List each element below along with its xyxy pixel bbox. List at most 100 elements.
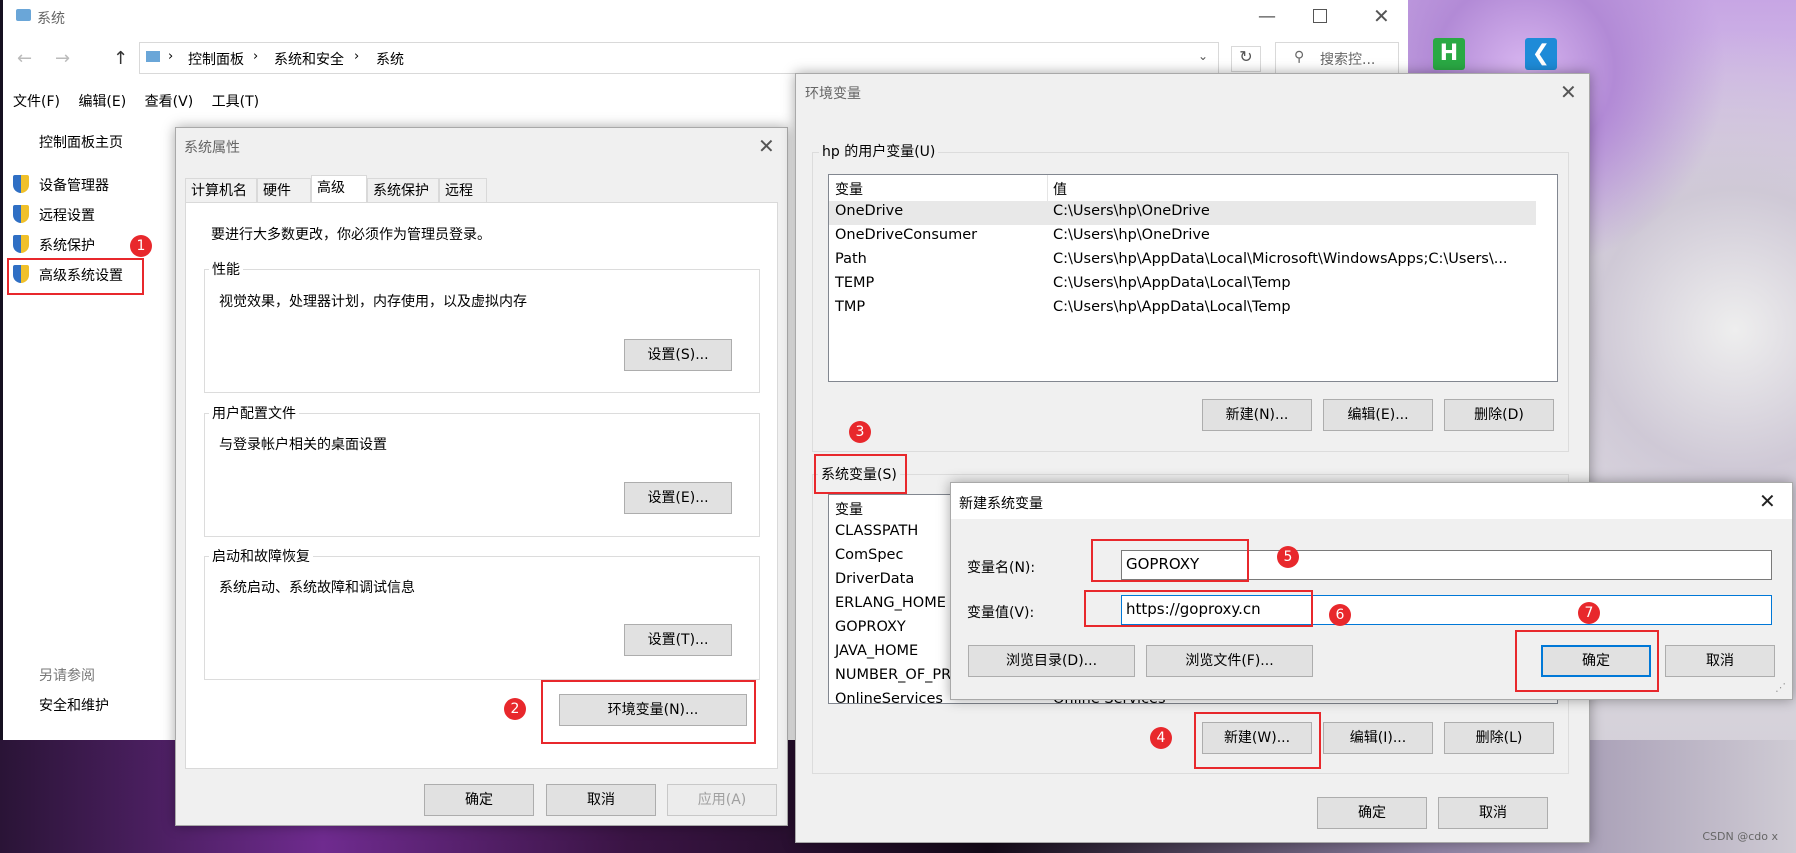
resize-grip-icon[interactable]: ⋰ <box>1775 681 1786 694</box>
search-icon: ⚲ <box>1294 49 1305 65</box>
table-row-name[interactable]: Path <box>835 251 867 267</box>
user-variables-label: hp 的用户变量(U) <box>819 141 939 161</box>
shield-icon <box>13 175 29 193</box>
annotation-badge-7: 7 <box>1578 602 1600 624</box>
ok-button[interactable]: 确定 <box>424 784 534 816</box>
see-also-heading: 另请参阅 <box>39 668 95 684</box>
chevron-down-icon[interactable]: ⌄ <box>1198 49 1208 63</box>
breadcrumb-item[interactable]: 系统和安全 <box>274 49 344 69</box>
table-row-value[interactable]: C:\Users\hp\OneDrive <box>1053 203 1210 219</box>
back-arrow-icon[interactable]: ← <box>17 48 32 69</box>
table-row-name[interactable]: ERLANG_HOME <box>835 595 946 611</box>
close-button[interactable]: ✕ <box>1759 491 1776 511</box>
table-row-value[interactable]: C:\Users\hp\AppData\Local\Microsoft\Wind… <box>1053 251 1508 267</box>
performance-group <box>204 269 760 393</box>
table-row-value[interactable]: C:\Users\hp\AppData\Local\Temp <box>1053 299 1291 315</box>
table-row-name[interactable]: CLASSPATH <box>835 523 918 539</box>
table-row-value[interactable]: C:\Users\hp\OneDrive <box>1053 227 1210 243</box>
user-new-button[interactable]: 新建(N)... <box>1202 399 1312 431</box>
annotation-box-4 <box>1194 712 1321 769</box>
annotation-box-1 <box>7 258 144 295</box>
table-row-name[interactable]: OneDrive <box>835 203 903 219</box>
table-row-name[interactable]: GOPROXY <box>835 619 906 635</box>
performance-desc: 视觉效果，处理器计划，内存使用，以及虚拟内存 <box>219 294 527 310</box>
dialog-title: 环境变量 <box>805 86 861 102</box>
table-row-value[interactable]: C:\Users\hp\AppData\Local\Temp <box>1053 275 1291 291</box>
control-panel-home-link[interactable]: 控制面板主页 <box>39 132 123 152</box>
startup-group <box>204 556 760 680</box>
table-row-name[interactable]: OnlineServices <box>835 691 943 703</box>
sidebar-item-label: 系统保护 <box>39 238 95 254</box>
annotation-box-2 <box>541 680 756 744</box>
menu-bar: 文件(F) 编辑(E) 查看(V) 工具(T) <box>13 91 259 111</box>
tab-strip: 计算机名 硬件 高级 系统保护 远程 <box>185 175 778 202</box>
user-delete-button[interactable]: 删除(D) <box>1444 399 1554 431</box>
system-edit-button[interactable]: 编辑(I)... <box>1323 722 1433 754</box>
tab-system-protection[interactable]: 系统保护 <box>367 178 439 202</box>
window-title: 系统 <box>37 11 65 27</box>
search-box[interactable]: ⚲ 搜索控... <box>1275 42 1399 74</box>
annotation-badge-4: 4 <box>1150 727 1172 749</box>
menu-file[interactable]: 文件(F) <box>13 94 60 110</box>
close-button[interactable]: ✕ <box>758 136 775 156</box>
annotation-box-7 <box>1515 630 1659 692</box>
profiles-group <box>204 413 760 537</box>
browse-file-button[interactable]: 浏览文件(F)... <box>1146 645 1313 677</box>
sidebar-item-label: 设备管理器 <box>39 178 109 194</box>
cancel-button[interactable]: 取消 <box>546 784 656 816</box>
up-arrow-icon[interactable]: ↑ <box>113 48 128 69</box>
table-row-name[interactable]: TEMP <box>835 275 874 291</box>
ok-button[interactable]: 确定 <box>1317 797 1427 829</box>
table-row-name[interactable]: JAVA_HOME <box>835 643 918 659</box>
breadcrumb-item[interactable]: 系统 <box>376 49 404 69</box>
user-edit-button[interactable]: 编辑(E)... <box>1323 399 1433 431</box>
close-button[interactable]: ✕ <box>1373 6 1390 26</box>
search-input[interactable]: 搜索控... <box>1320 49 1375 69</box>
column-header-variable[interactable]: 变量 <box>835 499 863 519</box>
hbuilder-icon[interactable]: H <box>1433 38 1465 70</box>
vscode-icon[interactable]: ❮ <box>1525 38 1557 70</box>
tab-hardware[interactable]: 硬件 <box>257 178 311 202</box>
variable-value-label: 变量值(V): <box>967 605 1035 621</box>
profiles-settings-button[interactable]: 设置(E)... <box>624 482 732 514</box>
cancel-button[interactable]: 取消 <box>1438 797 1548 829</box>
menu-tools[interactable]: 工具(T) <box>212 94 259 110</box>
startup-label: 启动和故障恢复 <box>209 546 313 566</box>
table-row-name[interactable]: DriverData <box>835 571 914 587</box>
breadcrumb-item[interactable]: 控制面板 <box>188 49 244 69</box>
minimize-button[interactable]: — <box>1258 6 1276 27</box>
breadcrumb-sep-icon: › <box>168 49 174 64</box>
address-bar[interactable]: › 控制面板 › 系统和安全 › 系统 ⌄ <box>139 42 1219 74</box>
forward-arrow-icon[interactable]: → <box>55 48 70 69</box>
security-maintenance-link[interactable]: 安全和维护 <box>39 695 109 715</box>
close-button[interactable]: ✕ <box>1560 82 1577 102</box>
menu-edit[interactable]: 编辑(E) <box>78 94 126 110</box>
column-header-value[interactable]: 值 <box>1053 179 1067 199</box>
annotation-box-3 <box>814 454 907 494</box>
cancel-button[interactable]: 取消 <box>1665 645 1775 677</box>
menu-view[interactable]: 查看(V) <box>145 94 194 110</box>
performance-settings-button[interactable]: 设置(S)... <box>624 339 732 371</box>
maximize-button[interactable] <box>1313 9 1327 23</box>
dialog-title: 新建系统变量 <box>959 496 1043 512</box>
refresh-icon[interactable]: ↻ <box>1231 46 1261 72</box>
dialog-title: 系统属性 <box>184 140 240 156</box>
system-delete-button[interactable]: 删除(L) <box>1444 722 1554 754</box>
variable-name-label: 变量名(N): <box>967 560 1036 576</box>
table-row-name[interactable]: OneDriveConsumer <box>835 227 977 243</box>
shield-icon <box>13 235 29 253</box>
table-row-name[interactable]: TMP <box>835 299 865 315</box>
table-row-name[interactable]: NUMBER_OF_PR <box>835 667 951 683</box>
column-divider <box>1047 175 1048 201</box>
user-variables-list[interactable]: 变量 值 OneDrive C:\Users\hp\OneDrive OneDr… <box>828 174 1558 382</box>
column-header-variable[interactable]: 变量 <box>835 179 863 199</box>
annotation-box-6 <box>1084 590 1313 627</box>
table-row-name[interactable]: ComSpec <box>835 547 903 563</box>
browse-directory-button[interactable]: 浏览目录(D)... <box>968 645 1135 677</box>
startup-settings-button[interactable]: 设置(T)... <box>624 624 732 656</box>
apply-button[interactable]: 应用(A) <box>667 784 777 816</box>
tab-computer-name[interactable]: 计算机名 <box>185 178 257 202</box>
annotation-badge-2: 2 <box>504 698 526 720</box>
tab-remote[interactable]: 远程 <box>439 178 487 202</box>
tab-advanced[interactable]: 高级 <box>311 175 367 202</box>
